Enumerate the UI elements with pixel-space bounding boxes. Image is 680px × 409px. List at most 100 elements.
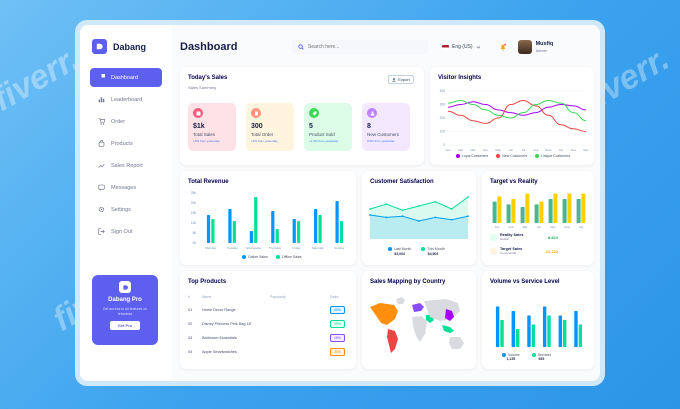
legend-item: Offline Sales	[275, 255, 302, 260]
x-tick-label: Sunday	[334, 246, 345, 250]
legend-item: Volume 1,135	[502, 353, 520, 361]
x-tick-label: Jan	[446, 148, 451, 152]
x-tick-label: Thursday	[269, 246, 282, 250]
sidebar-item-label: Order	[111, 118, 126, 125]
visitor-insights-card: Visitor Insights 0 100 200 300 400 Jan Feb Mar A…	[430, 67, 594, 165]
service-bar	[578, 324, 583, 347]
volume-bar	[542, 306, 547, 347]
row-number: 04	[188, 350, 193, 354]
stat-total-sales: $1k Total Sales +8% from yesterday	[188, 103, 236, 151]
target-bar	[497, 196, 502, 223]
user-name: Musfiq	[535, 40, 554, 47]
sidebar-item-order[interactable]: Order	[90, 112, 162, 131]
bar-chart-icon	[98, 97, 105, 103]
service-bar	[516, 329, 520, 347]
chart-legend: Last Month $3,004 This Month $4,504	[388, 247, 445, 256]
x-tick-label: Nov	[571, 148, 577, 152]
language-selector[interactable]: Eng (US)	[442, 44, 481, 50]
legend-swatch	[531, 353, 536, 358]
series-area	[370, 197, 468, 239]
search-input[interactable]	[308, 44, 418, 50]
logo-icon	[92, 39, 107, 54]
chevron-down-icon	[476, 45, 480, 49]
target-bar	[581, 193, 586, 223]
sales-badge: 25%	[330, 348, 346, 356]
export-button[interactable]: Export	[388, 75, 414, 84]
promo-title: Dabang Pro	[108, 297, 142, 303]
volume-vs-service-card: Volume vs Service Level Volume 1,135 Ser…	[482, 271, 594, 369]
x-tick-label: May	[495, 148, 501, 152]
target-bar	[525, 193, 530, 223]
table-row: 04 Apple Smartwatches 25%	[188, 347, 348, 357]
total-revenue-card: Total Revenue 0k 5k 10k 15k 20k 25k Monday Tues…	[180, 171, 356, 265]
product-name: Home Decor Range	[202, 308, 236, 312]
legend-swatch	[502, 353, 506, 358]
user-add-icon	[367, 108, 377, 118]
target-bar	[553, 193, 558, 223]
volume-bar	[495, 306, 500, 347]
y-tick-label: 0	[443, 143, 445, 147]
x-tick-label: July	[579, 225, 585, 229]
target-bar	[506, 204, 511, 223]
search-box[interactable]	[292, 40, 428, 54]
ticket-icon	[490, 247, 497, 255]
legend-label: Last Month	[394, 247, 412, 251]
row-sub: Global	[500, 237, 509, 241]
target-row-reality: Reality Sales Global 8.823	[490, 233, 558, 241]
product-name: Apple Smartwatches	[202, 350, 237, 354]
product-name: Disney Princess Pink Bag 18'	[202, 322, 252, 326]
chart-legend: Volume 1,135 Services 635	[502, 353, 551, 361]
message-icon	[98, 184, 105, 191]
watermark: fiverr.	[0, 39, 86, 119]
stat-change: +8% from yesterday	[193, 139, 220, 143]
bag-icon	[490, 233, 497, 241]
revenue-bar	[292, 219, 296, 243]
sidebar-item-sign-out[interactable]: Sign Out	[90, 222, 162, 241]
brand-logo[interactable]: Dabang	[92, 39, 146, 54]
sidebar-item-messages[interactable]: Messages	[90, 178, 162, 197]
notification-button[interactable]	[499, 43, 508, 52]
sidebar-item-dashboard[interactable]: Dashboard	[90, 68, 162, 87]
legend-swatch	[421, 247, 426, 252]
bell-icon	[500, 43, 507, 51]
target-bar	[511, 199, 516, 223]
legend-label: New Customers	[502, 154, 528, 158]
y-tick-label: 0k	[193, 241, 197, 245]
user-profile[interactable]: Musfiq Admin	[517, 40, 554, 54]
revenue-bar	[318, 215, 322, 243]
card-subtitle: Sales Summery	[188, 85, 217, 90]
volume-bar	[574, 311, 578, 347]
target-bar	[492, 201, 497, 223]
sidebar-item-leaderboard[interactable]: Leaderboard	[90, 90, 162, 109]
us-flag-icon	[442, 44, 449, 50]
sidebar-item-products[interactable]: Products	[90, 134, 162, 153]
y-tick-label: 100	[440, 130, 446, 134]
column-header: Sales	[330, 295, 339, 299]
sidebar-item-label: Products	[111, 140, 133, 147]
series-line	[447, 99, 587, 122]
stat-change: +1.2% from yesterday	[309, 139, 339, 143]
map-region-greenland	[396, 297, 405, 304]
product-name: Bathroom Essentials	[202, 336, 237, 340]
sidebar-nav: Dashboard Leaderboard Order Products Sal…	[90, 68, 162, 244]
legend-item: New Customers	[496, 154, 528, 159]
x-tick-label: Wednesday	[246, 246, 262, 250]
x-tick-label: Aug	[533, 148, 539, 152]
volume-bar	[558, 315, 562, 347]
get-pro-button[interactable]: Get Pro	[110, 320, 140, 330]
promo-subtitle: Get access to all features on tetumbas	[102, 307, 148, 316]
stat-change: +5% from yesterday	[251, 139, 278, 143]
service-bar	[563, 320, 567, 347]
visitor-insights-chart: 0 100 200 300 400 Jan Feb Mar Apr May Jun Jul Aug Sep…	[440, 89, 589, 152]
x-tick-label: June	[564, 225, 571, 229]
sidebar-item-settings[interactable]: Settings	[90, 200, 162, 219]
legend-item: Last Month $3,004	[388, 247, 411, 256]
sales-badge: 45%	[330, 306, 346, 314]
row-value: 8.823	[547, 234, 558, 240]
x-tick-label: Mar	[523, 225, 528, 229]
revenue-bar	[275, 229, 279, 243]
sidebar-item-label: Dashboard	[111, 74, 138, 81]
sidebar-item-sales-report[interactable]: Sales Report	[90, 156, 162, 175]
brand-name: Dabang	[113, 41, 147, 52]
tag-icon	[309, 108, 319, 118]
